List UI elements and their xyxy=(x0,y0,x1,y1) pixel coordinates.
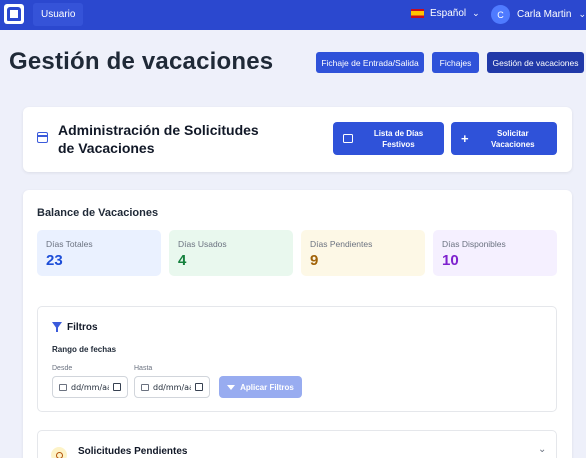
stat-label: Días Disponibles xyxy=(442,239,506,249)
chevron-down-icon[interactable]: ⌄ xyxy=(538,444,546,455)
page-title: Gestión de vacaciones xyxy=(9,48,274,75)
stat-label: Días Totales xyxy=(46,239,93,249)
vacation-balance-card: Balance de Vacaciones Días Totales 23 Dí… xyxy=(23,190,572,458)
stat-total-days: Días Totales 23 xyxy=(37,230,161,276)
user-name: Carla Martin xyxy=(517,9,572,20)
holidays-list-label: Lista de Días Festivos xyxy=(373,128,424,149)
stat-value: 10 xyxy=(442,252,459,269)
pending-requests-title: Solicitudes Pendientes xyxy=(78,446,188,457)
clock-icon xyxy=(51,447,67,458)
to-label: Hasta xyxy=(134,365,153,372)
time-records-button[interactable]: Fichajes xyxy=(432,52,479,73)
user-role-chip[interactable]: Usuario xyxy=(33,3,84,26)
balance-title: Balance de Vacaciones xyxy=(37,207,159,219)
request-vacation-button[interactable]: + Solicitar Vacaciones xyxy=(451,122,557,155)
date-range-label: Rango de fechas xyxy=(52,345,117,354)
to-date-value: dd/mm/aaaa xyxy=(153,382,191,392)
filters-title: Filtros xyxy=(67,322,98,333)
spain-flag-icon xyxy=(411,9,424,18)
stat-value: 4 xyxy=(178,252,187,269)
avatar: C xyxy=(491,5,510,24)
user-menu[interactable]: C Carla Martin ⌄ xyxy=(491,5,586,24)
stat-used-days: Días Usados 4 xyxy=(169,230,293,276)
vacation-management-button[interactable]: Gestión de vacaciones xyxy=(487,52,584,73)
apply-filters-label: Aplicar Filtros xyxy=(240,382,294,392)
calendar-icon xyxy=(343,134,353,143)
calendar-icon xyxy=(141,383,149,391)
filters-panel: Filtros Rango de fechas Desde Hasta dd/m… xyxy=(37,306,557,412)
top-navigation-bar: Usuario Español ⌄ C Carla Martin ⌄ xyxy=(0,0,586,30)
admin-requests-card: Administración de Solicitudes de Vacacio… xyxy=(23,107,572,172)
language-label: Español xyxy=(430,8,467,19)
language-selector[interactable]: Español ⌄ xyxy=(411,8,480,19)
date-picker-icon[interactable] xyxy=(113,383,121,391)
from-label: Desde xyxy=(52,365,73,372)
app-logo[interactable] xyxy=(4,4,24,24)
request-vacation-label: Solicitar Vacaciones xyxy=(491,128,535,149)
stat-available-days: Días Disponibles 10 xyxy=(433,230,557,276)
stat-pending-days: Días Pendientes 9 xyxy=(301,230,425,276)
stat-label: Días Pendientes xyxy=(310,239,373,249)
from-date-input[interactable]: dd/mm/aaaa xyxy=(52,376,128,398)
stat-value: 23 xyxy=(46,252,63,269)
holidays-list-button[interactable]: Lista de Días Festivos xyxy=(333,122,444,155)
plus-icon: + xyxy=(461,131,469,146)
stat-value: 9 xyxy=(310,252,319,269)
filter-icon xyxy=(227,384,236,390)
filter-icon xyxy=(52,322,62,332)
date-picker-icon[interactable] xyxy=(195,383,203,391)
calendar-icon xyxy=(37,132,48,143)
stat-label: Días Usados xyxy=(178,239,227,249)
chevron-down-icon: ⌄ xyxy=(578,9,586,19)
calendar-icon xyxy=(59,383,67,391)
clock-in-out-button[interactable]: Fichaje de Entrada/Salida xyxy=(316,52,424,73)
apply-filters-button[interactable]: Aplicar Filtros xyxy=(219,376,302,398)
from-date-value: dd/mm/aaaa xyxy=(71,382,109,392)
admin-title: Administración de Solicitudes de Vacacio… xyxy=(58,122,259,156)
to-date-input[interactable]: dd/mm/aaaa xyxy=(134,376,210,398)
pending-requests-section[interactable]: Solicitudes Pendientes ⌄ xyxy=(37,430,557,458)
chevron-down-icon: ⌄ xyxy=(472,8,480,18)
